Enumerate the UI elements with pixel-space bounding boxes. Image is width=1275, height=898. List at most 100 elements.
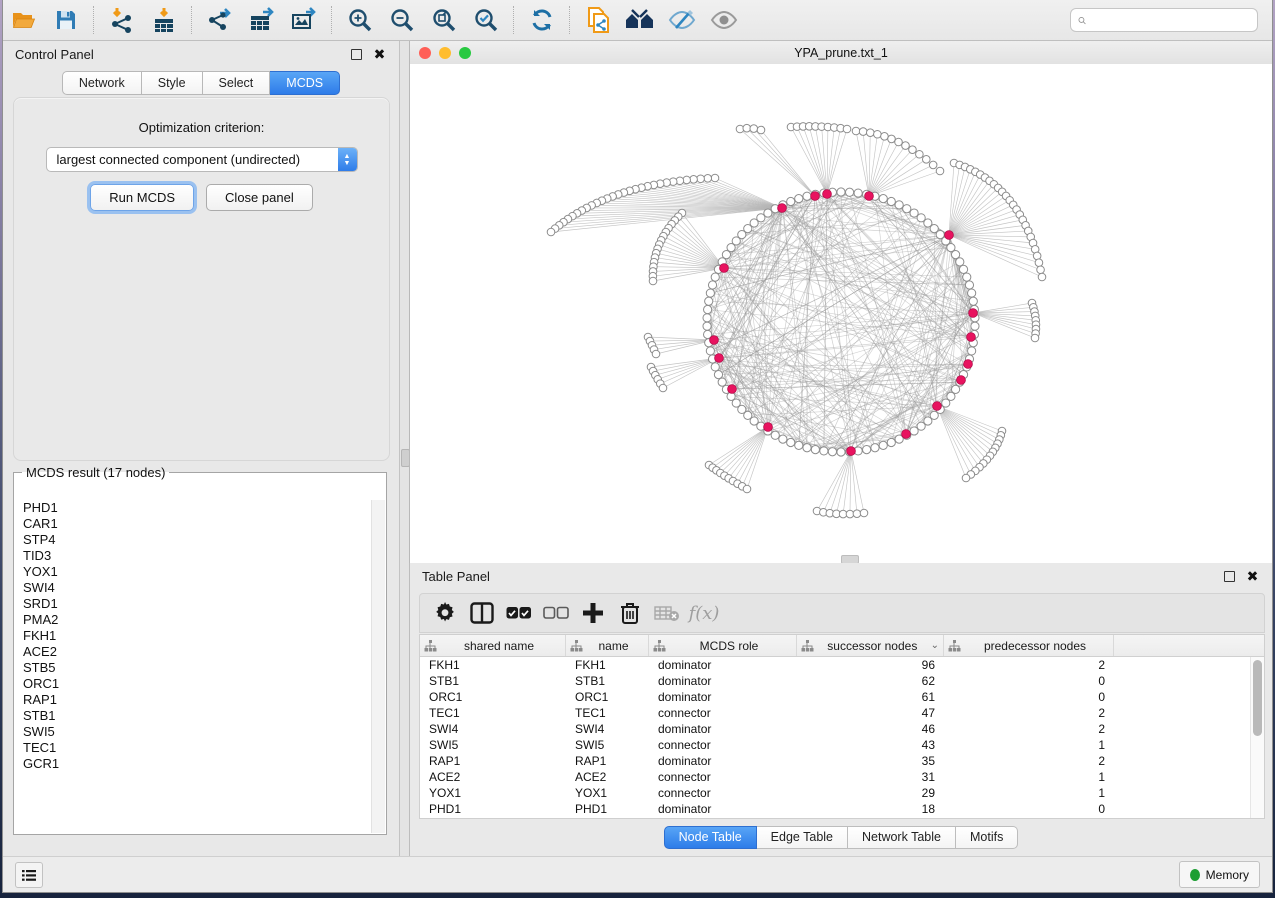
- show-columns-icon[interactable]: [467, 598, 497, 628]
- tab-edge-table[interactable]: Edge Table: [757, 826, 848, 849]
- table-row[interactable]: SWI5SWI5connector431: [420, 737, 1264, 753]
- search-field[interactable]: [1070, 8, 1258, 32]
- result-node[interactable]: TEC1: [15, 740, 372, 756]
- result-node[interactable]: STB5: [15, 660, 372, 676]
- table-cell: connector: [649, 705, 797, 721]
- show-all-icon[interactable]: [706, 4, 742, 36]
- save-session-icon[interactable]: [48, 4, 84, 36]
- memory-button[interactable]: Memory: [1179, 861, 1260, 888]
- table-cell: YOX1: [566, 785, 649, 801]
- result-node[interactable]: STB1: [15, 708, 372, 724]
- table-scrollbar[interactable]: [1250, 657, 1264, 818]
- table-row[interactable]: YOX1YOX1connector291: [420, 785, 1264, 801]
- tab-motifs[interactable]: Motifs: [956, 826, 1018, 849]
- zoom-out-icon[interactable]: [384, 4, 420, 36]
- select-all-columns-icon[interactable]: [504, 598, 534, 628]
- result-node[interactable]: CAR1: [15, 516, 372, 532]
- table-cell: TEC1: [420, 705, 566, 721]
- select-stepper-icon: ▲▼: [338, 148, 357, 171]
- close-table-panel-icon[interactable]: ✖: [1245, 569, 1260, 584]
- toolbar-separator: [331, 6, 333, 34]
- status-bar: Memory: [3, 856, 1272, 892]
- close-panel-icon[interactable]: ✖: [372, 47, 387, 62]
- unselect-all-columns-icon[interactable]: [541, 598, 571, 628]
- export-table-icon[interactable]: [244, 4, 280, 36]
- column-header-name[interactable]: name: [566, 635, 649, 656]
- float-table-panel-icon[interactable]: [1222, 569, 1237, 584]
- tab-network-table[interactable]: Network Table: [848, 826, 956, 849]
- result-node[interactable]: ACE2: [15, 644, 372, 660]
- zoom-fit-icon[interactable]: [426, 4, 462, 36]
- column-header-shared-name[interactable]: shared name: [420, 635, 566, 656]
- table-row[interactable]: TEC1TEC1connector472: [420, 705, 1264, 721]
- tab-node-table[interactable]: Node Table: [664, 826, 757, 849]
- open-file-icon[interactable]: [6, 4, 42, 36]
- mcds-result-list[interactable]: PHD1CAR1STP4TID3YOX1SWI4SRD1PMA2FKH1ACE2…: [15, 500, 372, 833]
- hide-selected-icon[interactable]: [664, 4, 700, 36]
- table-cell: 1: [944, 785, 1114, 801]
- table-options-gear-icon[interactable]: [430, 598, 460, 628]
- tab-style[interactable]: Style: [142, 71, 203, 95]
- table-row[interactable]: FKH1FKH1dominator962: [420, 657, 1264, 673]
- node-table[interactable]: shared namename MCDS role successor nodes⌄…: [419, 634, 1265, 819]
- column-header-predecessor-nodes[interactable]: predecessor nodes: [944, 635, 1114, 656]
- result-node[interactable]: RAP1: [15, 692, 372, 708]
- result-node[interactable]: YOX1: [15, 564, 372, 580]
- tab-mcds[interactable]: MCDS: [270, 71, 340, 95]
- column-label: MCDS role: [666, 639, 792, 653]
- table-cell: 31: [797, 769, 944, 785]
- table-row[interactable]: ACE2ACE2connector311: [420, 769, 1264, 785]
- result-node[interactable]: SRD1: [15, 596, 372, 612]
- result-node[interactable]: GCR1: [15, 756, 372, 772]
- result-node[interactable]: ORC1: [15, 676, 372, 692]
- table-row[interactable]: STB1STB1dominator620: [420, 673, 1264, 689]
- import-table-icon[interactable]: [146, 4, 182, 36]
- table-scrollbar-thumb[interactable]: [1253, 660, 1262, 736]
- result-node[interactable]: SWI4: [15, 580, 372, 596]
- result-node[interactable]: PMA2: [15, 612, 372, 628]
- search-input[interactable]: [1091, 12, 1250, 28]
- float-panel-icon[interactable]: [349, 47, 364, 62]
- tab-network[interactable]: Network: [62, 71, 142, 95]
- main-toolbar: [3, 0, 1272, 41]
- network-view-window: YPA_prune.txt_1: [409, 41, 1272, 563]
- export-image-icon[interactable]: [286, 4, 322, 36]
- first-neighbors-icon[interactable]: [622, 4, 658, 36]
- column-label: predecessor nodes: [961, 639, 1109, 653]
- table-row[interactable]: PHD1PHD1dominator180: [420, 801, 1264, 817]
- table-row[interactable]: SWI4SWI4dominator462: [420, 721, 1264, 737]
- optimization-select[interactable]: largest connected component (undirected)…: [46, 147, 358, 172]
- result-node[interactable]: FKH1: [15, 628, 372, 644]
- table-cell: 35: [797, 753, 944, 769]
- add-column-icon[interactable]: [578, 598, 608, 628]
- zoom-in-icon[interactable]: [342, 4, 378, 36]
- column-header-successor-nodes[interactable]: successor nodes⌄: [797, 635, 944, 656]
- network-canvas[interactable]: [410, 64, 1272, 563]
- delete-columns-icon[interactable]: [615, 598, 645, 628]
- run-mcds-button[interactable]: Run MCDS: [90, 184, 194, 211]
- export-network-icon[interactable]: [202, 4, 238, 36]
- optimization-label: Optimization criterion:: [14, 120, 389, 135]
- network-titlebar[interactable]: YPA_prune.txt_1: [410, 41, 1272, 65]
- zoom-selected-icon[interactable]: [468, 4, 504, 36]
- show-panels-list-icon[interactable]: [15, 862, 43, 888]
- result-node[interactable]: STP4: [15, 532, 372, 548]
- refresh-layout-icon[interactable]: [524, 4, 560, 36]
- table-cell: 0: [944, 673, 1114, 689]
- import-network-icon[interactable]: [104, 4, 140, 36]
- result-scrollbar[interactable]: [371, 500, 385, 833]
- table-cell: STB1: [420, 673, 566, 689]
- column-header-MCDS-role[interactable]: MCDS role: [649, 635, 797, 656]
- table-row[interactable]: ORC1ORC1dominator610: [420, 689, 1264, 705]
- result-node[interactable]: TID3: [15, 548, 372, 564]
- result-node[interactable]: PHD1: [15, 500, 372, 516]
- table-cell: 0: [944, 801, 1114, 817]
- tab-select[interactable]: Select: [203, 71, 271, 95]
- table-row[interactable]: RAP1RAP1dominator352: [420, 753, 1264, 769]
- table-cell: 46: [797, 721, 944, 737]
- clone-network-icon[interactable]: [580, 4, 616, 36]
- column-tree-icon: [948, 640, 961, 652]
- column-tree-icon: [801, 640, 814, 652]
- result-node[interactable]: SWI5: [15, 724, 372, 740]
- close-panel-button[interactable]: Close panel: [206, 184, 313, 211]
